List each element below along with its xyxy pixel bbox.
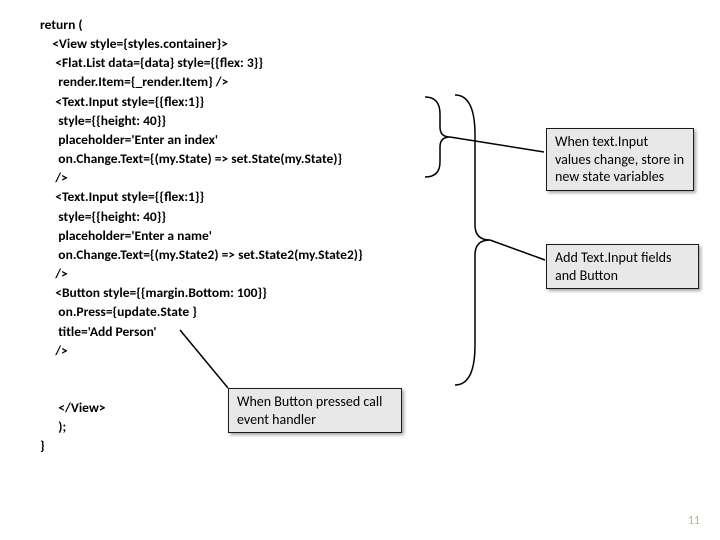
code-line: on.Press={update.State }: [40, 303, 197, 320]
page-number: 11: [688, 514, 700, 528]
code-line: />: [40, 265, 68, 282]
code-line: style={{height: 40}}: [40, 208, 166, 225]
code-line: on.Change.Text={(my.State2) => set.State…: [40, 246, 363, 263]
code-line: render.Item={_render.Item} />: [40, 73, 228, 90]
callout-button-handler: When Button pressed call event handler: [228, 388, 402, 433]
code-line: placeholder='Enter an index': [40, 131, 218, 148]
code-line: />: [40, 342, 68, 359]
code-line: </View>: [40, 399, 106, 416]
code-line: return (: [40, 16, 83, 33]
callout-text: Add Text.Input fields and Button: [555, 249, 672, 284]
code-line: }: [40, 437, 45, 454]
code-line: <Flat.List data={data} style={{flex: 3}}: [40, 54, 263, 71]
brace-icon: [420, 92, 550, 182]
code-line: title='Add Person': [40, 323, 157, 340]
code-line: <Text.Input style={{flex:1}}: [40, 188, 204, 205]
code-line: on.Change.Text={(my.State) => set.State(…: [40, 150, 342, 167]
code-line: />: [40, 169, 68, 186]
code-line: <Text.Input style={{flex:1}}: [40, 93, 204, 110]
code-line: );: [40, 418, 66, 435]
callout-add-fields: Add Text.Input fields and Button: [546, 244, 699, 289]
callout-text: When text.Input values change, store in …: [555, 133, 684, 185]
code-line: <View style={styles.container}>: [40, 35, 228, 52]
callout-text: When Button pressed call event handler: [237, 393, 382, 428]
brace-icon: [450, 90, 560, 390]
code-line: <Button style={{margin.Bottom: 100}}: [40, 284, 267, 301]
callout-textinput-change: When text.Input values change, store in …: [546, 128, 694, 191]
code-line: placeholder='Enter a name': [40, 227, 212, 244]
code-line: style={{height: 40}}: [40, 112, 166, 129]
